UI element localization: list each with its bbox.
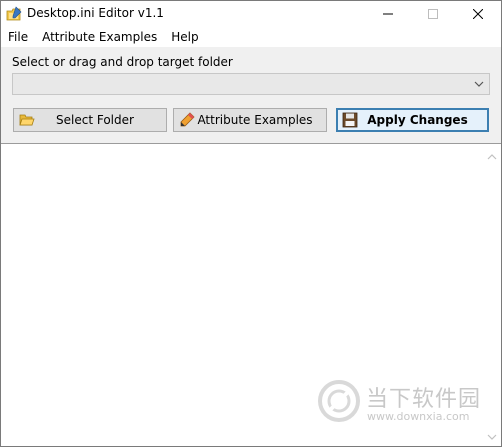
close-icon [473,9,483,19]
maximize-icon [428,9,438,19]
apply-changes-label: Apply Changes [367,113,468,127]
scroll-up-icon[interactable] [487,150,497,160]
app-window: Desktop.ini Editor v1.1 File Attribute E… [0,0,502,447]
maximize-button[interactable] [410,1,456,27]
close-button[interactable] [455,1,501,27]
scroll-down-icon[interactable] [487,430,497,440]
minimize-button[interactable] [365,1,411,27]
window-title: Desktop.ini Editor v1.1 [27,6,164,20]
minimize-icon [383,13,393,15]
chevron-down-icon[interactable] [473,78,485,90]
watermark-logo-icon [317,379,361,423]
title-bar[interactable]: Desktop.ini Editor v1.1 [1,1,501,27]
select-folder-label: Select Folder [56,113,134,127]
menu-item-file[interactable]: File [1,27,35,47]
watermark-name: 当下软件园 [366,387,482,412]
app-icon [6,6,22,22]
select-folder-button[interactable]: Select Folder [13,108,167,132]
folder-select[interactable] [12,73,490,95]
menu-bar: File Attribute Examples Help [1,27,501,47]
pencil-icon [179,112,195,128]
folder-label: Select or drag and drop target folder [12,55,233,69]
apply-changes-button[interactable]: Apply Changes [336,108,489,132]
attribute-examples-button[interactable]: Attribute Examples [173,108,327,132]
attribute-examples-label: Attribute Examples [197,113,313,127]
menu-item-help[interactable]: Help [164,27,205,47]
floppy-disk-icon [342,112,358,128]
vertical-scrollbar[interactable] [484,144,501,446]
watermark-url: www.downxia.com [367,410,470,423]
menu-item-attribute-examples[interactable]: Attribute Examples [35,27,164,47]
control-panel: Select or drag and drop target folder Se… [1,47,501,143]
open-folder-icon [19,112,35,128]
